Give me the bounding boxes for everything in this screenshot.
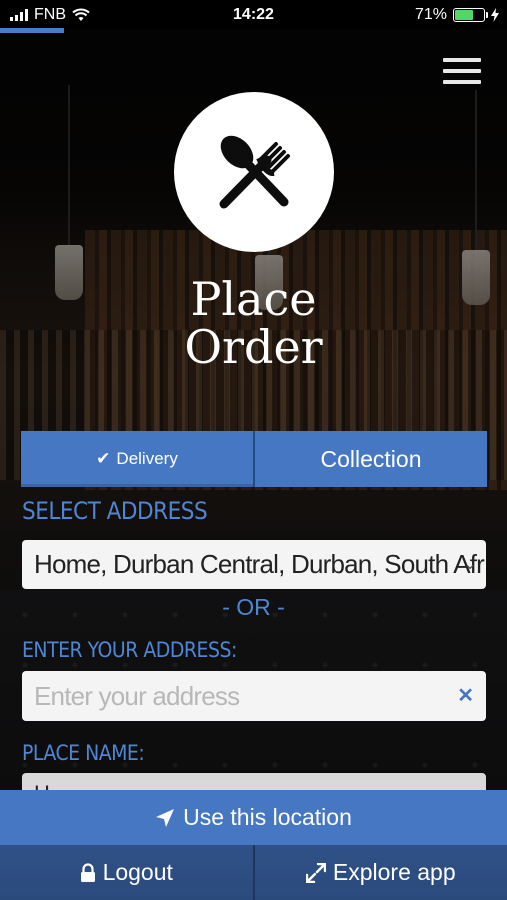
bottom-navigation: Logout Explore app bbox=[0, 845, 507, 900]
logout-label: Logout bbox=[102, 859, 173, 885]
page-load-progress bbox=[0, 28, 64, 33]
use-location-button[interactable]: Use this location bbox=[0, 790, 507, 845]
location-arrow-icon bbox=[156, 808, 175, 827]
select-address-label: SELECT ADDRESS bbox=[22, 497, 208, 525]
address-input[interactable] bbox=[22, 671, 446, 721]
battery-percent: 71% bbox=[414, 6, 447, 23]
logo-badge bbox=[174, 92, 334, 252]
explore-app-label: Explore app bbox=[332, 859, 456, 885]
expand-arrows-icon bbox=[305, 862, 326, 883]
collection-label: Collection bbox=[320, 445, 422, 472]
page-title-line1: Place bbox=[190, 272, 317, 326]
delivery-option[interactable]: ✔ Delivery bbox=[21, 431, 255, 487]
address-field-wrapper: ✕ bbox=[22, 671, 486, 721]
place-name-label: PLACE NAME: bbox=[22, 741, 145, 765]
saved-address-select[interactable]: Home, Durban Central, Durban, South Afr … bbox=[22, 540, 486, 589]
lock-icon bbox=[80, 862, 95, 882]
page-title: Place Order bbox=[0, 275, 507, 371]
logout-button[interactable]: Logout bbox=[0, 845, 255, 900]
checkmark-icon: ✔ bbox=[96, 449, 111, 468]
selected-address-text: Home, Durban Central, Durban, South Afr bbox=[34, 549, 485, 579]
collection-option[interactable]: Collection bbox=[255, 431, 487, 487]
dropdown-caret-icon: ⌄ bbox=[463, 556, 476, 573]
status-bar: FNB 14:22 71% bbox=[0, 0, 507, 30]
delivery-label: Delivery bbox=[116, 449, 178, 468]
explore-app-button[interactable]: Explore app bbox=[255, 845, 507, 900]
hamburger-menu-icon[interactable] bbox=[443, 58, 481, 86]
order-type-toggle: ✔ Delivery Collection bbox=[21, 431, 487, 487]
or-divider: - OR - bbox=[222, 594, 285, 620]
enter-address-label: ENTER YOUR ADDRESS: bbox=[22, 638, 237, 662]
clear-x-icon[interactable]: ✕ bbox=[457, 683, 474, 708]
use-location-label: Use this location bbox=[183, 804, 352, 830]
page-title-line2: Order bbox=[184, 320, 323, 374]
battery-icon bbox=[453, 8, 488, 22]
charging-bolt-icon bbox=[491, 8, 499, 22]
spoon-fork-crossed-icon bbox=[219, 135, 290, 209]
